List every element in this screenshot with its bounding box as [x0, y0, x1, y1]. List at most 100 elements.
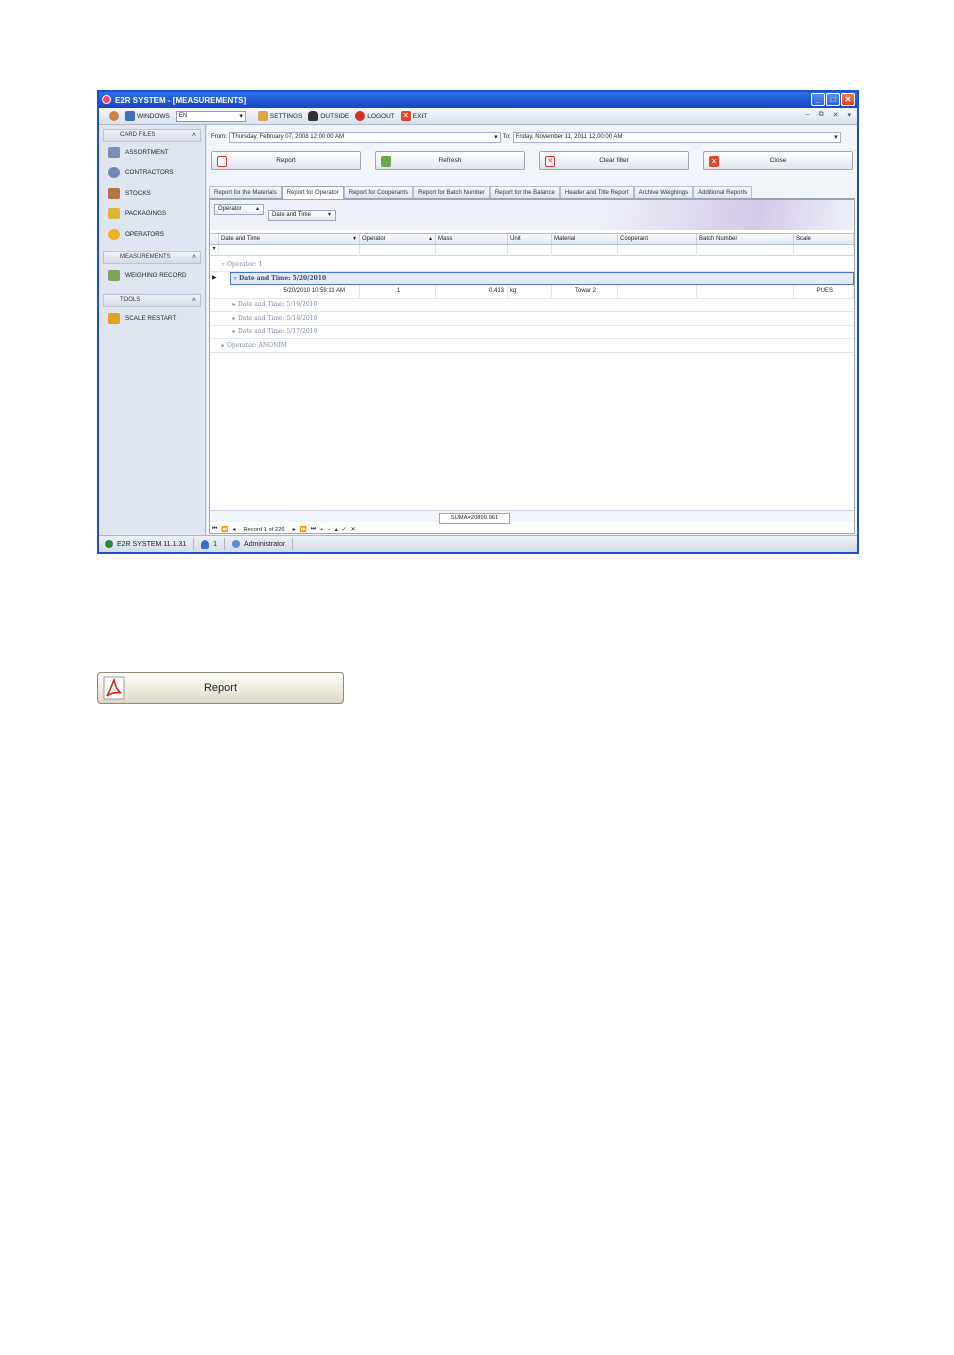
edit-record-icon[interactable]: ▴ [335, 527, 338, 533]
logout-button[interactable]: LOGOUT [355, 111, 395, 121]
first-record-icon[interactable]: ⏮ [212, 526, 217, 533]
mdi-minimize-button[interactable]: – [806, 111, 810, 119]
group-row-operator-anonim[interactable]: ▸ Operator: ANONIM [210, 339, 854, 353]
clear-filter-icon: ✕ [545, 156, 555, 167]
title-bar: E2R SYSTEM - [MEASUREMENTS] _ □ ✕ [99, 92, 857, 108]
column-operator[interactable]: Operator ▴ [360, 234, 436, 244]
grid-footer: SUMA=20899.961 [210, 510, 854, 524]
cancel-edit-icon[interactable]: ✕ [351, 527, 356, 533]
collapse-icon[interactable]: ▿ [231, 275, 239, 282]
tab-report-for-cooperants[interactable]: Report for Cooperants [343, 186, 414, 198]
next-record-icon[interactable]: ▸ [293, 527, 296, 533]
sidebar-item-label: SCALE RESTART [125, 315, 177, 322]
grid-filter-row[interactable]: ▾ [210, 245, 854, 256]
group-chip-operator[interactable]: Operator [214, 204, 264, 215]
column-scale[interactable]: Scale [794, 234, 854, 244]
column-date-time[interactable]: Date and Time ▾ [219, 234, 360, 244]
cell-batch-number [697, 285, 794, 298]
to-date-picker[interactable]: Friday, November 11, 2011 12:00:00 AM [512, 131, 841, 143]
sidebar-item-contractors[interactable]: CONTRACTORS [99, 163, 205, 184]
last-record-icon[interactable]: ⏭ [311, 526, 316, 533]
sidebar-item-label: ASSORTMENT [125, 148, 169, 156]
next-page-icon[interactable]: ⏩ [300, 527, 307, 533]
from-date-picker[interactable]: Thursday, February 07, 2008 12:00:00 AM [228, 131, 501, 143]
column-material[interactable]: Material [552, 234, 618, 244]
sort-asc-icon: ▴ [428, 236, 432, 242]
group-row-date-5-20[interactable]: ▿ Date and Time: 5/20/2010 [230, 271, 854, 285]
sidebar-item-scale-restart[interactable]: SCALE RESTART [99, 307, 205, 331]
refresh-button[interactable]: Refresh [375, 151, 525, 170]
outside-label: OUTSIDE [320, 112, 350, 120]
expand-icon[interactable]: ▸ [219, 342, 227, 349]
sidebar-item-weighing-record[interactable]: WEIGHING RECORD [99, 264, 205, 288]
outside-button[interactable]: OUTSIDE [308, 111, 349, 121]
sidebar-group-measurements[interactable]: MEASUREMENTS [103, 250, 201, 264]
packagings-icon [108, 208, 120, 220]
group-row-operator-1[interactable]: ▿ Operator: 1 [210, 258, 854, 272]
expand-icon[interactable]: ▸ [230, 301, 238, 308]
refresh-button-label: Refresh [438, 157, 462, 164]
mdi-close-button[interactable]: ✕ [833, 111, 839, 119]
close-button[interactable]: ✕ Close [703, 151, 853, 170]
delete-record-icon[interactable]: − [327, 527, 330, 533]
user-icon[interactable] [109, 111, 119, 121]
main-toolbar: WINDOWS EN SETTINGS OUTSIDE LOGOUT ✕EXIT… [99, 108, 857, 125]
report-tabs: Report for the Materials Report for Oper… [209, 186, 855, 199]
sidebar-item-packagings[interactable]: PACKAGINGS [99, 204, 205, 225]
tab-report-for-balance[interactable]: Report for the Balance [489, 186, 560, 198]
cell-operator: 1 [360, 285, 436, 298]
maximize-button[interactable]: □ [826, 93, 840, 106]
close-window-button[interactable]: ✕ [841, 93, 855, 106]
close-button-label: Close [769, 157, 787, 164]
tab-report-for-operator[interactable]: Report for Operator [281, 186, 344, 199]
column-batch-number[interactable]: Batch Number [697, 234, 794, 244]
tab-report-for-batch-number[interactable]: Report for Batch Number [413, 186, 490, 198]
column-cooperant[interactable]: Cooperant [618, 234, 697, 244]
report-button[interactable]: Report [211, 151, 361, 170]
sidebar-item-operators[interactable]: OPERATORS [99, 224, 205, 245]
tab-additional-reports[interactable]: Additional Reports [693, 186, 753, 198]
filter-icon[interactable]: ▾ [210, 245, 219, 256]
sidebar-item-stocks[interactable]: STOCKS [99, 183, 205, 204]
windows-menu[interactable]: WINDOWS [125, 111, 170, 121]
collapse-icon[interactable]: ▿ [219, 261, 227, 268]
report-button-enlarged[interactable]: Report [97, 672, 344, 704]
sidebar-group-tools[interactable]: TOOLS [103, 293, 201, 307]
prev-record-icon[interactable]: ◂ [232, 527, 235, 533]
group-label: Operator: 1 [227, 260, 263, 268]
group-row-date-5-17[interactable]: ▸ Date and Time: 5/17/2010 [210, 326, 854, 339]
save-record-icon[interactable]: ✓ [342, 527, 347, 533]
tab-report-for-materials[interactable]: Report for the Materials [209, 186, 282, 198]
group-row-date-5-19[interactable]: ▸ Date and Time: 5/19/2010 [210, 299, 854, 312]
settings-button[interactable]: SETTINGS [257, 111, 303, 121]
expand-icon[interactable]: ▸ [230, 315, 238, 322]
language-select[interactable]: EN [175, 110, 246, 122]
cell-scale: PUES [794, 285, 854, 298]
status-app-version: E2R SYSTEM 11.1.31 [117, 540, 187, 548]
group-label: Date and Time: 5/17/2010 [238, 328, 318, 336]
minimize-button[interactable]: _ [811, 93, 825, 106]
expand-icon[interactable]: ▸ [230, 328, 238, 335]
settings-icon [257, 111, 268, 121]
column-mass[interactable]: Mass [436, 234, 508, 244]
group-row-date-5-18[interactable]: ▸ Date and Time: 5/18/2010 [210, 312, 854, 326]
column-unit[interactable]: Unit [508, 234, 552, 244]
add-record-icon[interactable]: + [320, 527, 323, 533]
sidebar-item-assortment[interactable]: ASSORTMENT [99, 142, 205, 163]
sort-desc-icon: ▾ [352, 236, 356, 242]
clear-filter-button[interactable]: ✕ Clear filter [539, 151, 689, 170]
table-row[interactable]: 5/20/2010 10:59:11 AM 1 0.413 kg Towar 2… [210, 285, 854, 299]
prev-page-icon[interactable]: ⏪ [221, 527, 228, 533]
mdi-menu-chevron-icon[interactable]: ▾ [847, 111, 851, 119]
sidebar-group-card-files[interactable]: CARD FILES [103, 129, 201, 142]
mdi-restore-button[interactable]: ⧉ [819, 111, 824, 119]
tab-header-title-report[interactable]: Header and Title Report [559, 186, 634, 198]
sidebar-item-label: WEIGHING RECORD [125, 272, 187, 279]
tab-archive-weighings[interactable]: Archive Weighings [633, 186, 694, 198]
group-chip-date-time[interactable]: Date and Time [268, 210, 336, 221]
group-label: Date and Time: 5/19/2010 [238, 301, 318, 309]
settings-label: SETTINGS [269, 112, 303, 120]
group-label: Date and Time: 5/20/2010 [239, 274, 327, 282]
sidebar-item-label: PACKAGINGS [125, 210, 167, 218]
exit-button[interactable]: ✕ EXIT [400, 111, 427, 121]
